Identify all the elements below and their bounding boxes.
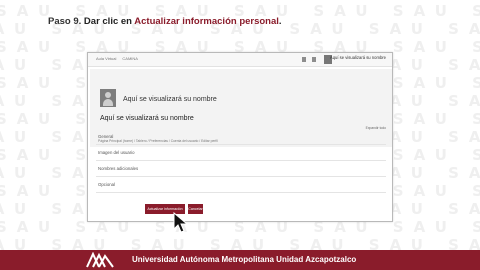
cancel-button[interactable]: Cancelar xyxy=(188,204,203,214)
section-label: Nombres adicionales xyxy=(98,166,139,171)
watermark-row: SAU SAU SAU SAU SAU SAU SAU SAU SAU SAU … xyxy=(0,236,480,250)
user-avatar-large xyxy=(100,89,116,107)
page-title: Aquí se visualizará su nombre xyxy=(100,115,194,122)
step-period: . xyxy=(278,16,282,27)
uam-logo xyxy=(86,252,114,268)
step-highlight: Actualizar información personal xyxy=(134,16,279,27)
section-general[interactable]: General xyxy=(96,129,386,145)
step-instruction: Paso 9. Dar clic en Actualizar informaci… xyxy=(48,16,282,27)
section-label: Imagen del usuario xyxy=(98,150,135,155)
bell-icon[interactable] xyxy=(302,57,306,62)
section-user-image[interactable]: Imagen del usuario xyxy=(96,145,386,161)
site-topbar: Aula Virtual CAMINA Aquí se visualizará s… xyxy=(88,53,392,67)
section-additional-names[interactable]: Nombres adicionales xyxy=(96,161,386,177)
site-name[interactable]: Aula Virtual xyxy=(96,56,116,61)
site-sub: CAMINA xyxy=(122,56,138,61)
section-label: General xyxy=(98,134,114,139)
mouse-pointer-icon xyxy=(173,212,189,233)
university-name: Universidad Autónoma Metropolitana Unida… xyxy=(132,255,357,264)
section-optional[interactable]: Opcional xyxy=(96,177,386,193)
step-text: Dar clic en xyxy=(81,16,135,27)
profile-name: Aquí se visualizará su nombre xyxy=(123,96,217,103)
footer-bar: Universidad Autónoma Metropolitana Unida… xyxy=(0,250,480,270)
step-number: Paso 9. xyxy=(48,16,82,27)
site-title: Aula Virtual CAMINA xyxy=(96,56,144,61)
user-menu-name[interactable]: Aquí se visualizará su nombre xyxy=(330,55,386,60)
embedded-screenshot: Aula Virtual CAMINA Aquí se visualizará s… xyxy=(87,52,393,222)
message-icon[interactable] xyxy=(312,57,316,62)
section-label: Opcional xyxy=(98,182,115,187)
